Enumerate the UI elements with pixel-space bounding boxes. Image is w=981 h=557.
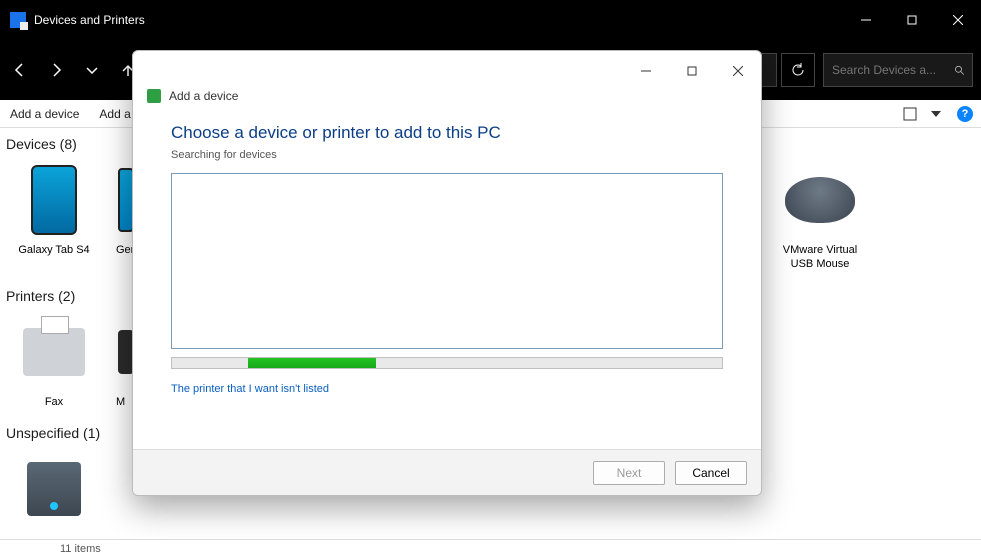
- cancel-button[interactable]: Cancel: [675, 461, 747, 485]
- cmd-add-device[interactable]: Add a device: [0, 107, 89, 121]
- help-button[interactable]: ?: [957, 106, 973, 122]
- nav-back-button[interactable]: [4, 54, 36, 86]
- status-bar: 11 items: [0, 539, 981, 557]
- printer-not-listed-link[interactable]: The printer that I want isn't listed: [171, 383, 329, 395]
- dialog-titlebar: [133, 51, 761, 91]
- nav-recent-dropdown[interactable]: [76, 54, 108, 86]
- unspecified-item[interactable]: [4, 449, 104, 533]
- fax-icon: [23, 328, 85, 376]
- nav-forward-button[interactable]: [40, 54, 72, 86]
- add-device-dialog: Add a device Choose a device or printer …: [132, 50, 762, 496]
- dialog-minimize-button[interactable]: [623, 56, 669, 86]
- refresh-button[interactable]: [781, 53, 815, 87]
- window-titlebar: Devices and Printers: [0, 0, 981, 40]
- device-item[interactable]: Galaxy Tab S4: [4, 160, 104, 272]
- dialog-header: Add a device: [133, 89, 761, 103]
- search-box[interactable]: [823, 53, 973, 87]
- search-input[interactable]: [832, 63, 948, 77]
- dialog-footer: Next Cancel: [133, 449, 761, 495]
- dialog-header-text: Add a device: [169, 89, 238, 103]
- window-maximize-button[interactable]: [889, 0, 935, 40]
- app-icon: [10, 12, 26, 28]
- dialog-subtitle: Searching for devices: [171, 149, 723, 161]
- printer-label: Fax: [45, 396, 63, 410]
- device-label: VMware Virtual USB Mouse: [770, 244, 870, 272]
- device-item[interactable]: VMware Virtual USB Mouse: [770, 160, 870, 272]
- view-options-dropdown[interactable]: [923, 101, 949, 127]
- view-options-button[interactable]: [897, 101, 923, 127]
- progress-indicator: [248, 358, 376, 368]
- dialog-title: Choose a device or printer to add to thi…: [171, 123, 723, 143]
- chip-icon: [27, 462, 81, 516]
- tablet-icon: [31, 165, 77, 235]
- status-item-count: 11 items: [60, 543, 101, 555]
- device-label: Galaxy Tab S4: [18, 244, 89, 258]
- search-progress-bar: [171, 357, 723, 369]
- window-close-button[interactable]: [935, 0, 981, 40]
- mouse-icon: [785, 177, 855, 223]
- dialog-maximize-button[interactable]: [669, 56, 715, 86]
- next-button[interactable]: Next: [593, 461, 665, 485]
- add-device-icon: [147, 89, 161, 103]
- window-title: Devices and Printers: [34, 13, 145, 27]
- printer-item[interactable]: Fax: [4, 312, 104, 410]
- device-results-list[interactable]: [171, 173, 723, 349]
- dialog-close-button[interactable]: [715, 56, 761, 86]
- search-icon: [954, 64, 965, 76]
- printer-label: M: [116, 396, 125, 410]
- window-minimize-button[interactable]: [843, 0, 889, 40]
